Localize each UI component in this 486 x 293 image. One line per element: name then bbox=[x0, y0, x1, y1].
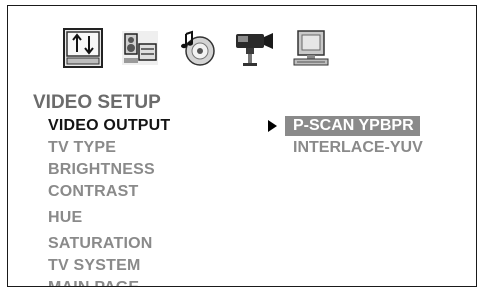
selection-pointer-icon bbox=[268, 120, 277, 132]
option-p-scan-ypbpr[interactable]: P-SCAN YPBPR bbox=[285, 116, 420, 136]
menu-item-hue[interactable]: HUE bbox=[48, 207, 170, 229]
video-camera-setup-icon[interactable] bbox=[234, 28, 274, 68]
menu-item-tv-system[interactable]: TV SYSTEM bbox=[48, 255, 170, 277]
general-setup-icon[interactable] bbox=[63, 28, 103, 68]
audio-speaker-setup-icon[interactable] bbox=[120, 28, 160, 68]
menu-item-video-output[interactable]: VIDEO OUTPUT bbox=[48, 115, 170, 137]
menu-item-tv-type[interactable]: TV TYPE bbox=[48, 137, 170, 159]
menu-item-main-page[interactable]: MAIN PAGE bbox=[48, 277, 170, 286]
menu-item-saturation[interactable]: SATURATION bbox=[48, 233, 170, 255]
preference-monitor-setup-icon[interactable] bbox=[291, 28, 331, 68]
menu-item-contrast[interactable]: CONTRAST bbox=[48, 181, 170, 203]
video-setup-screen: VIDEO SETUP VIDEO OUTPUT TV TYPE BRIGHTN… bbox=[7, 5, 477, 287]
video-output-options: P-SCAN YPBPR INTERLACE-YUV bbox=[268, 115, 429, 159]
option-row: P-SCAN YPBPR bbox=[268, 115, 429, 137]
video-setup-menu: VIDEO OUTPUT TV TYPE BRIGHTNESS CONTRAST… bbox=[48, 115, 170, 286]
setup-icon-bar bbox=[63, 28, 331, 68]
menu-item-brightness[interactable]: BRIGHTNESS bbox=[48, 159, 170, 181]
option-row: INTERLACE-YUV bbox=[268, 137, 429, 159]
dolby-disc-setup-icon[interactable] bbox=[177, 28, 217, 68]
option-interlace-yuv[interactable]: INTERLACE-YUV bbox=[285, 138, 429, 158]
section-title: VIDEO SETUP bbox=[33, 92, 161, 113]
